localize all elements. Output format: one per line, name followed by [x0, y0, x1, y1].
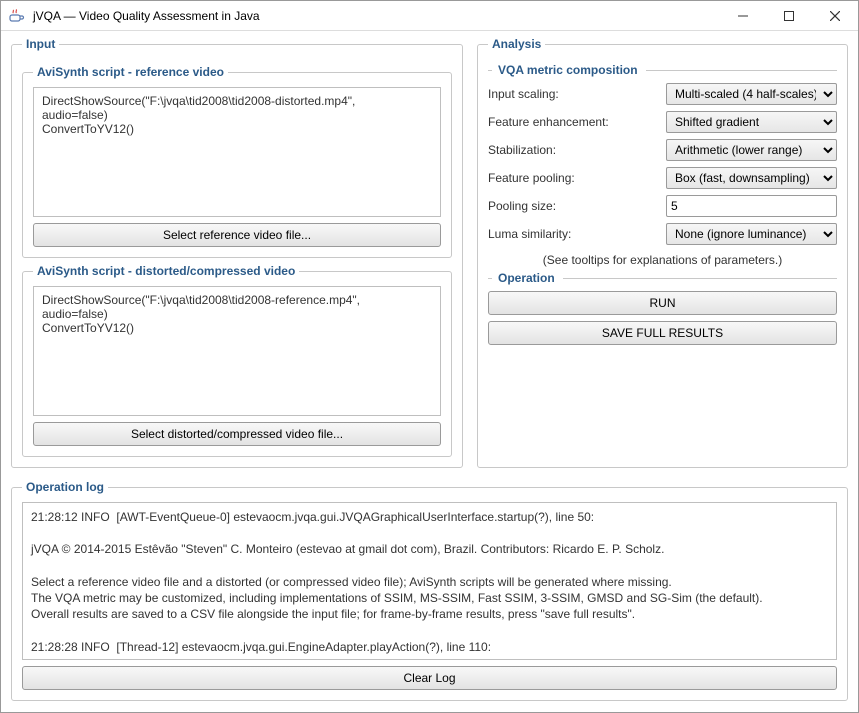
titlebar: jVQA — Video Quality Assessment in Java: [1, 1, 858, 31]
param-feature-enhancement: Feature enhancement: Shifted gradient: [488, 111, 837, 133]
log-textarea[interactable]: 21:28:12 INFO [AWT-EventQueue-0] estevao…: [22, 502, 837, 660]
operation-legend: Operation: [488, 271, 837, 285]
input-fieldset: Input AviSynth script - reference video …: [11, 37, 463, 468]
run-button[interactable]: RUN: [488, 291, 837, 315]
select-reference-button[interactable]: Select reference video file...: [33, 223, 441, 247]
log-fieldset: Operation log 21:28:12 INFO [AWT-EventQu…: [11, 480, 848, 701]
stabilization-select[interactable]: Arithmetic (lower range): [666, 139, 837, 161]
minimize-button[interactable]: [720, 1, 766, 30]
reference-legend: AviSynth script - reference video: [33, 65, 228, 79]
param-stabilization: Stabilization: Arithmetic (lower range): [488, 139, 837, 161]
java-app-icon: [9, 8, 25, 24]
window-controls: [720, 1, 858, 30]
app-window: jVQA — Video Quality Assessment in Java …: [0, 0, 859, 713]
luma-similarity-label: Luma similarity:: [488, 227, 666, 241]
close-button[interactable]: [812, 1, 858, 30]
parameters-hint: (See tooltips for explanations of parame…: [488, 253, 837, 267]
pooling-size-label: Pooling size:: [488, 199, 666, 213]
maximize-icon: [784, 11, 794, 21]
feature-pooling-label: Feature pooling:: [488, 171, 666, 185]
luma-similarity-select[interactable]: None (ignore luminance): [666, 223, 837, 245]
vqa-composition-legend: VQA metric composition: [488, 63, 837, 77]
pooling-size-input[interactable]: [666, 195, 837, 217]
reference-script-textarea[interactable]: DirectShowSource("F:\jvqa\tid2008\tid200…: [33, 87, 441, 217]
feature-pooling-select[interactable]: Box (fast, downsampling): [666, 167, 837, 189]
close-icon: [830, 11, 840, 21]
maximize-button[interactable]: [766, 1, 812, 30]
select-distorted-button[interactable]: Select distorted/compressed video file..…: [33, 422, 441, 446]
param-input-scaling: Input scaling: Multi-scaled (4 half-scal…: [488, 83, 837, 105]
minimize-icon: [738, 11, 748, 21]
reference-fieldset: AviSynth script - reference video Direct…: [22, 65, 452, 258]
stabilization-label: Stabilization:: [488, 143, 666, 157]
content-area: Input AviSynth script - reference video …: [1, 31, 858, 712]
feature-enhancement-label: Feature enhancement:: [488, 115, 666, 129]
analysis-fieldset: Analysis VQA metric composition Input sc…: [477, 37, 848, 468]
input-scaling-select[interactable]: Multi-scaled (4 half-scales): [666, 83, 837, 105]
distorted-script-textarea[interactable]: DirectShowSource("F:\jvqa\tid2008\tid200…: [33, 286, 441, 416]
input-legend: Input: [22, 37, 59, 51]
distorted-fieldset: AviSynth script - distorted/compressed v…: [22, 264, 452, 457]
distorted-legend: AviSynth script - distorted/compressed v…: [33, 264, 299, 278]
param-pooling-size: Pooling size:: [488, 195, 837, 217]
clear-log-button[interactable]: Clear Log: [22, 666, 837, 690]
save-results-button[interactable]: SAVE FULL RESULTS: [488, 321, 837, 345]
param-luma-similarity: Luma similarity: None (ignore luminance): [488, 223, 837, 245]
feature-enhancement-select[interactable]: Shifted gradient: [666, 111, 837, 133]
log-legend: Operation log: [22, 480, 108, 494]
analysis-legend: Analysis: [488, 37, 545, 51]
param-feature-pooling: Feature pooling: Box (fast, downsampling…: [488, 167, 837, 189]
window-title: jVQA — Video Quality Assessment in Java: [33, 9, 720, 23]
input-scaling-label: Input scaling:: [488, 87, 666, 101]
top-row: Input AviSynth script - reference video …: [11, 37, 848, 468]
